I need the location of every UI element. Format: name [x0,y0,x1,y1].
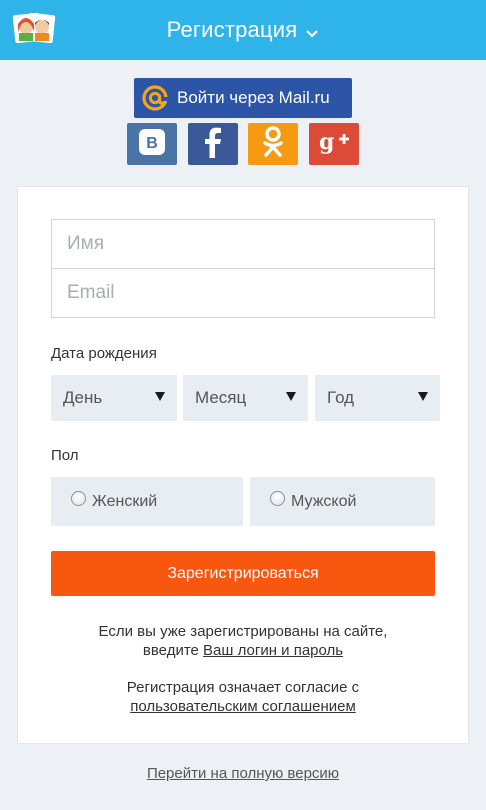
page-title-label: Регистрация [166,17,298,42]
agreement-text: Регистрация означает согласие с [126,679,360,696]
name-input[interactable]: Имя [51,219,435,269]
dropdown-arrow-icon [155,392,165,401]
odnoklassniki-login-button[interactable] [248,123,298,165]
year-select[interactable]: Год [315,375,440,421]
mailru-login-button[interactable]: Войти через Mail.ru [134,78,352,118]
male-radio[interactable] [270,491,285,506]
top-bar: Регистрация [0,0,486,60]
register-button[interactable]: Зарегистрироваться [51,551,435,596]
login-hint: Если вы уже зарегистрированы на сайте, в… [17,622,469,660]
name-placeholder: Имя [67,233,105,254]
google-plus-login-button[interactable]: g [309,123,359,165]
gender-label: Пол [51,447,79,464]
male-label: Мужской [291,492,357,510]
chevron-down-icon [305,19,319,45]
vk-icon: B [139,128,165,160]
dropdown-arrow-icon [418,392,428,401]
day-select[interactable]: День [51,375,177,421]
birthdate-label: Дата рождения [51,345,157,362]
female-label: Женский [92,492,158,510]
register-button-label: Зарегистрироваться [167,564,319,582]
gender-female-option[interactable]: Женский [51,477,243,526]
vk-login-button[interactable]: B [127,123,177,165]
at-sign-icon [141,84,169,112]
email-placeholder: Email [67,282,115,303]
page-title[interactable]: Регистрация [0,0,486,60]
login-link[interactable]: Ваш логин и пароль [203,642,343,659]
facebook-login-button[interactable] [188,123,238,165]
odnoklassniki-icon [260,125,286,164]
facebook-icon [201,126,225,163]
gender-male-option[interactable]: Мужской [250,477,435,526]
full-version-link[interactable]: Перейти на полную версию [0,765,486,782]
svg-text:B: B [146,135,158,152]
day-select-value: День [63,388,103,407]
month-select-value: Месяц [195,388,247,407]
google-plus-icon: g [317,127,351,162]
login-hint-line1: Если вы уже зарегистрированы на сайте, [98,623,388,640]
login-hint-line2: введите Ваш логин и пароль [17,641,469,660]
email-input[interactable]: Email [51,268,435,318]
month-select[interactable]: Месяц [183,375,308,421]
agreement-note: Регистрация означает согласие с пользова… [17,678,469,716]
year-select-value: Год [327,388,355,407]
user-agreement-link[interactable]: пользовательским соглашением [130,698,356,715]
svg-text:g: g [319,129,334,155]
login-hint-prefix: введите [142,642,204,659]
mailru-login-label: Войти через Mail.ru [177,88,330,107]
female-radio[interactable] [71,491,86,506]
dropdown-arrow-icon [286,392,296,401]
